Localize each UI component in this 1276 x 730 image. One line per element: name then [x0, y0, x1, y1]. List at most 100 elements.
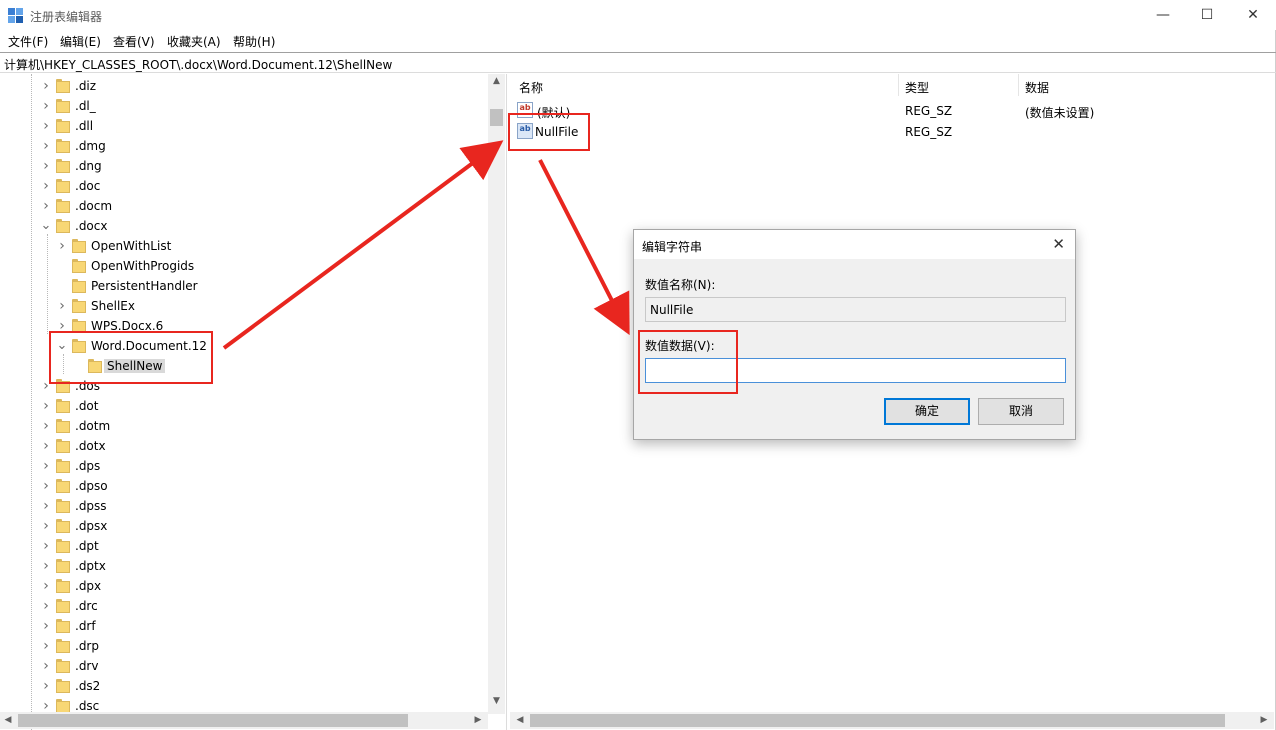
tree-item[interactable]: › .dpsx	[0, 516, 488, 536]
tree-item[interactable]: › .dps	[0, 456, 488, 476]
tree-item[interactable]: › .dl_	[0, 96, 488, 116]
scroll-down-arrow-icon[interactable]: ▼	[488, 696, 505, 706]
chevron-right-icon[interactable]: ›	[40, 178, 52, 194]
scroll-thumb[interactable]	[18, 714, 408, 727]
scroll-up-arrow-icon[interactable]: ▲	[488, 76, 505, 86]
chevron-right-icon[interactable]: ›	[40, 118, 52, 134]
tree-item[interactable]: › .drp	[0, 636, 488, 656]
tree-item-label: .dpso	[75, 479, 108, 493]
tree-item-label: ShellEx	[91, 299, 135, 313]
folder-icon	[56, 699, 70, 713]
chevron-right-icon[interactable]: ›	[40, 158, 52, 174]
column-header-name[interactable]: 名称	[519, 79, 543, 96]
column-header-data[interactable]: 数据	[1025, 79, 1049, 96]
chevron-right-icon[interactable]: ›	[40, 198, 52, 214]
tree-item-label: .dot	[75, 399, 99, 413]
tree-item[interactable]: › .dot	[0, 396, 488, 416]
tree-item[interactable]: › .dpss	[0, 496, 488, 516]
column-divider[interactable]	[898, 74, 899, 96]
chevron-right-icon[interactable]: ›	[40, 138, 52, 154]
tree-item-label: .dpx	[75, 579, 102, 593]
tree-item[interactable]: › .dpx	[0, 576, 488, 596]
chevron-right-icon[interactable]: ›	[40, 518, 52, 534]
chevron-down-icon[interactable]: ⌄	[40, 218, 52, 234]
menu-edit[interactable]: 编辑(E)	[60, 33, 101, 50]
tree-item[interactable]: › .dpso	[0, 476, 488, 496]
cancel-button[interactable]: 取消	[978, 398, 1064, 425]
chevron-right-icon[interactable]: ›	[40, 418, 52, 434]
tree-item[interactable]: › .dotm	[0, 416, 488, 436]
chevron-right-icon[interactable]: ›	[40, 598, 52, 614]
tree-item-label: .dl_	[75, 99, 96, 113]
list-row[interactable]: ab (默认) REG_SZ (数值未设置)	[510, 100, 1270, 121]
tree-vertical-scrollbar[interactable]: ▲ ▼	[488, 74, 505, 714]
chevron-right-icon[interactable]: ›	[40, 458, 52, 474]
list-row[interactable]: ab NullFile REG_SZ	[510, 121, 1270, 142]
chevron-right-icon[interactable]: ›	[40, 618, 52, 634]
chevron-right-icon[interactable]: ›	[40, 438, 52, 454]
tree-item[interactable]: OpenWithProgids	[0, 256, 488, 276]
chevron-right-icon[interactable]: ›	[56, 298, 68, 314]
tree-item[interactable]: › .drf	[0, 616, 488, 636]
chevron-right-icon[interactable]: ›	[40, 478, 52, 494]
tree-item[interactable]: › .dptx	[0, 556, 488, 576]
scroll-right-arrow-icon[interactable]: ▶	[1258, 715, 1270, 725]
menu-view[interactable]: 查看(V)	[113, 33, 155, 50]
scroll-left-arrow-icon[interactable]: ◀	[514, 715, 526, 725]
close-button[interactable]: ✕	[1230, 0, 1276, 30]
folder-icon	[56, 579, 70, 593]
tree-item[interactable]: › .drv	[0, 656, 488, 676]
address-bar[interactable]: 计算机\HKEY_CLASSES_ROOT\.docx\Word.Documen…	[0, 52, 1276, 73]
menu-file[interactable]: 文件(F)	[8, 33, 48, 50]
tree-item[interactable]: › .diz	[0, 76, 488, 96]
value-data: (数值未设置)	[1025, 106, 1095, 120]
tree-item[interactable]: › .doc	[0, 176, 488, 196]
chevron-right-icon[interactable]: ›	[40, 678, 52, 694]
minimize-button[interactable]: —	[1140, 0, 1186, 30]
column-divider[interactable]	[1018, 74, 1019, 96]
tree-item[interactable]: PersistentHandler	[0, 276, 488, 296]
tree-item[interactable]: › OpenWithList	[0, 236, 488, 256]
scroll-thumb[interactable]	[530, 714, 1225, 727]
tree-item[interactable]: › .dll	[0, 116, 488, 136]
chevron-right-icon[interactable]: ›	[40, 78, 52, 94]
chevron-right-icon[interactable]: ›	[40, 558, 52, 574]
chevron-right-icon[interactable]: ›	[40, 398, 52, 414]
tree-horizontal-scrollbar[interactable]: ◀ ▶	[0, 712, 488, 729]
tree-item[interactable]: › .dotx	[0, 436, 488, 456]
menu-bar: 文件(F) 编辑(E) 查看(V) 收藏夹(A) 帮助(H)	[0, 30, 1276, 52]
scroll-right-arrow-icon[interactable]: ▶	[472, 715, 484, 725]
tree-item[interactable]: › .drc	[0, 596, 488, 616]
registry-app-icon	[8, 8, 23, 23]
tree-item[interactable]: › .ds2	[0, 676, 488, 696]
chevron-right-icon[interactable]: ›	[40, 98, 52, 114]
maximize-button[interactable]: ☐	[1184, 0, 1230, 30]
scroll-thumb[interactable]	[490, 109, 503, 126]
title-bar: 注册表编辑器 — ☐ ✕	[0, 0, 1276, 30]
chevron-right-icon[interactable]: ›	[56, 238, 68, 254]
tree-item[interactable]: ⌄ .docx	[0, 216, 488, 236]
value-name-field: NullFile	[645, 297, 1066, 322]
tree-item[interactable]: › .dpt	[0, 536, 488, 556]
chevron-right-icon[interactable]: ›	[40, 578, 52, 594]
tree-item[interactable]: › .dng	[0, 156, 488, 176]
chevron-right-icon[interactable]: ›	[40, 538, 52, 554]
tree-item-label: .dll	[75, 119, 94, 133]
dialog-close-icon[interactable]: ✕	[1052, 235, 1065, 253]
tree-item[interactable]: › ShellEx	[0, 296, 488, 316]
tree-item[interactable]: › .docm	[0, 196, 488, 216]
chevron-right-icon[interactable]: ›	[40, 638, 52, 654]
scroll-left-arrow-icon[interactable]: ◀	[2, 715, 14, 725]
menu-favorites[interactable]: 收藏夹(A)	[167, 33, 221, 50]
column-header-type[interactable]: 类型	[905, 79, 929, 96]
ok-button[interactable]: 确定	[884, 398, 970, 425]
chevron-right-icon[interactable]: ›	[40, 658, 52, 674]
folder-icon	[72, 279, 86, 293]
folder-icon	[56, 539, 70, 553]
tree-item[interactable]: › .dmg	[0, 136, 488, 156]
chevron-right-icon[interactable]: ›	[40, 498, 52, 514]
key-tree-pane[interactable]: › .diz › .dl_ › .dll › .dmg › .dng › .doc › .docm ⌄ .do…	[0, 74, 507, 730]
menu-help[interactable]: 帮助(H)	[233, 33, 275, 50]
address-path[interactable]: 计算机\HKEY_CLASSES_ROOT\.docx\Word.Documen…	[4, 56, 392, 73]
list-horizontal-scrollbar[interactable]: ◀ ▶	[510, 712, 1274, 729]
